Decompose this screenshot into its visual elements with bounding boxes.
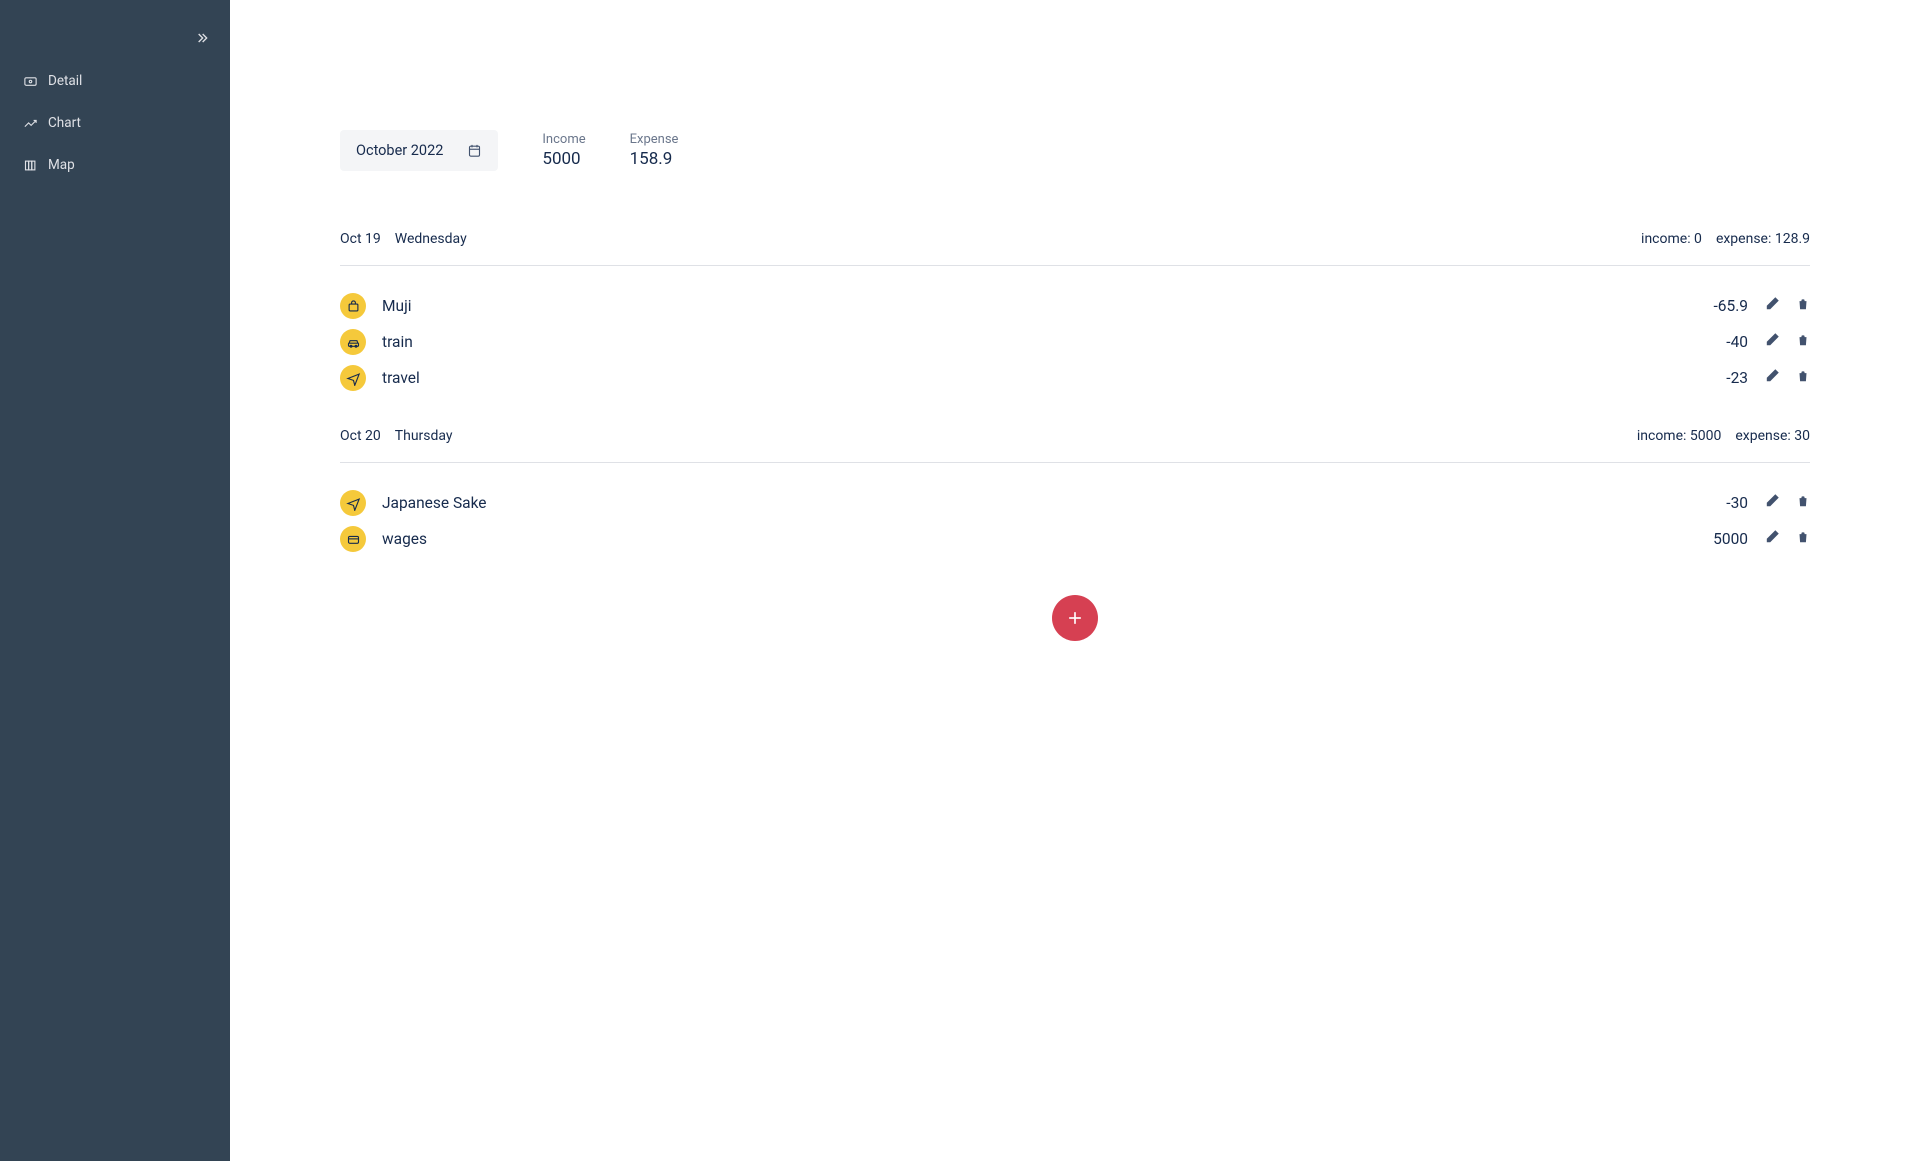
day-group: Oct 19 Wednesday income: 0 expense: 128.9 Mu… (340, 231, 1810, 396)
record-amount: -40 (1726, 333, 1748, 351)
day-income: income: 0 (1641, 231, 1702, 247)
day-totals: income: 0 expense: 128.9 (1641, 231, 1810, 247)
record-title: travel (382, 369, 1726, 387)
day-weekday: Thursday (395, 428, 453, 444)
sidebar-collapse-button[interactable] (0, 12, 230, 56)
day-expense: expense: 30 (1735, 428, 1810, 444)
money-icon (22, 73, 38, 89)
record-row: train-40 (340, 324, 1810, 360)
record-title: Japanese Sake (382, 494, 1726, 512)
calendar-icon (467, 143, 482, 158)
record-amount: 5000 (1713, 530, 1748, 548)
sidebar-item-label: Map (48, 157, 75, 173)
sidebar: Detail Chart Map (0, 0, 230, 1161)
card-icon (340, 526, 366, 552)
month-picker[interactable]: October 2022 (340, 130, 498, 171)
edit-button[interactable] (1764, 296, 1780, 316)
day-header-left: Oct 20 Thursday (340, 428, 453, 444)
delete-button[interactable] (1796, 493, 1810, 513)
day-weekday: Wednesday (395, 231, 467, 247)
day-income: income: 5000 (1637, 428, 1722, 444)
record-amount: -30 (1726, 494, 1748, 512)
bag-icon (340, 293, 366, 319)
delete-button[interactable] (1796, 529, 1810, 549)
days-list: Oct 19 Wednesday income: 0 expense: 128.9 Mu… (340, 231, 1810, 557)
sidebar-item-chart[interactable]: Chart (0, 102, 230, 144)
chart-icon (22, 115, 38, 131)
day-totals: income: 5000 expense: 30 (1637, 428, 1810, 444)
record-title: wages (382, 530, 1713, 548)
income-value: 5000 (542, 149, 585, 169)
summary-header: October 2022 Income 5000 Expense 158.9 (340, 130, 1810, 171)
record-title: train (382, 333, 1726, 351)
day-date: Oct 20 (340, 428, 381, 444)
main: October 2022 Income 5000 Expense 158.9 O… (230, 0, 1920, 1161)
record-actions (1764, 493, 1810, 513)
day-header: Oct 20 Thursday income: 5000 expense: 30 (340, 428, 1810, 463)
record-actions (1764, 529, 1810, 549)
expense-value: 158.9 (630, 149, 679, 169)
content: October 2022 Income 5000 Expense 158.9 O… (340, 0, 1810, 701)
day-group: Oct 20 Thursday income: 5000 expense: 30 Jap… (340, 428, 1810, 557)
plus-icon (1065, 608, 1085, 628)
record-actions (1764, 368, 1810, 388)
delete-button[interactable] (1796, 368, 1810, 388)
add-record-button[interactable] (1052, 595, 1098, 641)
delete-button[interactable] (1796, 296, 1810, 316)
plane-icon (340, 490, 366, 516)
expense-label: Expense (630, 132, 679, 147)
record-actions (1764, 332, 1810, 352)
record-row: Muji-65.9 (340, 288, 1810, 324)
map-icon (22, 157, 38, 173)
record-row: travel-23 (340, 360, 1810, 396)
record-actions (1764, 296, 1810, 316)
sidebar-item-detail[interactable]: Detail (0, 60, 230, 102)
sidebar-item-map[interactable]: Map (0, 144, 230, 186)
month-label: October 2022 (356, 142, 443, 159)
day-header-left: Oct 19 Wednesday (340, 231, 467, 247)
day-date: Oct 19 (340, 231, 381, 247)
record-amount: -65.9 (1713, 297, 1748, 315)
day-header: Oct 19 Wednesday income: 0 expense: 128.9 (340, 231, 1810, 266)
income-label: Income (542, 132, 585, 147)
day-expense: expense: 128.9 (1716, 231, 1810, 247)
record-row: Japanese Sake-30 (340, 485, 1810, 521)
record-amount: -23 (1726, 369, 1748, 387)
delete-button[interactable] (1796, 332, 1810, 352)
edit-button[interactable] (1764, 368, 1780, 388)
sidebar-item-label: Chart (48, 115, 81, 131)
car-icon (340, 329, 366, 355)
edit-button[interactable] (1764, 529, 1780, 549)
sidebar-nav: Detail Chart Map (0, 56, 230, 190)
edit-button[interactable] (1764, 332, 1780, 352)
expense-stat: Expense 158.9 (630, 132, 679, 169)
sidebar-item-label: Detail (48, 73, 82, 89)
income-stat: Income 5000 (542, 132, 585, 169)
record-row: wages5000 (340, 521, 1810, 557)
edit-button[interactable] (1764, 493, 1780, 513)
plane-icon (340, 365, 366, 391)
record-title: Muji (382, 297, 1713, 315)
chevrons-right-icon (194, 30, 210, 46)
